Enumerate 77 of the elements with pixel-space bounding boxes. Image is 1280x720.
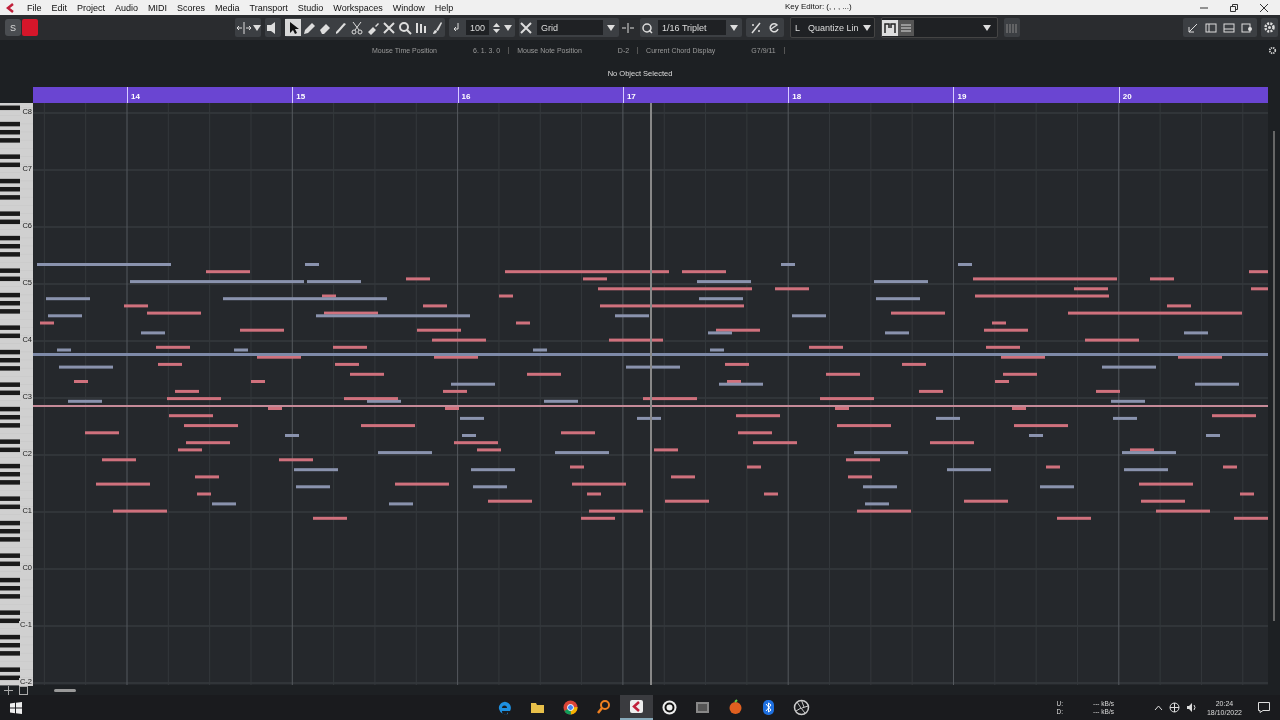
midi-notes-drawing[interactable] [33, 263, 1268, 520]
bar-number: 19 [957, 92, 967, 101]
bottom-panel-icon[interactable] [1223, 21, 1235, 34]
auto-scroll-icon[interactable] [235, 20, 253, 35]
quantize-icon[interactable] [640, 20, 655, 35]
bar-number: 16 [461, 92, 471, 101]
length-quantize-dropdown[interactable]: Quantize Lin [808, 20, 859, 35]
menu-item[interactable]: Workspaces [328, 2, 388, 13]
globe-icon[interactable] [1168, 702, 1180, 713]
caret-icon[interactable] [607, 24, 616, 31]
zoom-icon[interactable] [397, 19, 413, 36]
velocity-field[interactable]: 100 [466, 20, 490, 35]
mute-icon[interactable] [381, 19, 397, 36]
scrollbar-thumb[interactable] [54, 688, 76, 692]
menu-item[interactable]: Media [210, 2, 245, 13]
menu-item[interactable]: Audio [110, 2, 144, 13]
caret-icon[interactable] [862, 24, 871, 31]
settings-icon[interactable] [1263, 21, 1276, 34]
length-label: L [794, 21, 802, 35]
piano-keys-drawing[interactable] [0, 458, 33, 515]
menu-item[interactable]: Help [429, 2, 459, 13]
stepper-icon[interactable] [493, 21, 501, 34]
piano-keys-drawing[interactable] [0, 230, 33, 287]
window-title: Key Editor: (, , , ...) [785, 2, 852, 11]
bar-number: 14 [131, 92, 140, 101]
iterative-quantize-icon[interactable] [768, 21, 781, 34]
solo-button[interactable]: S [5, 19, 21, 36]
bar-number: 15 [296, 92, 306, 101]
pointer-icon[interactable] [285, 19, 301, 36]
scrollbar-thumb[interactable] [1273, 131, 1275, 621]
menu-item[interactable]: Transport [244, 2, 293, 13]
menu-item[interactable]: Studio [292, 2, 329, 13]
menu-item[interactable]: MIDI [143, 2, 173, 13]
piano-roll-grid[interactable] [33, 103, 1268, 685]
velocity-icon [452, 22, 462, 33]
caret-icon[interactable] [253, 24, 261, 31]
piano-keys-drawing[interactable] [0, 572, 33, 629]
quantize-dropdown[interactable]: 1/16 Triplet [658, 20, 727, 35]
snap-dropdown[interactable]: Grid [537, 20, 604, 35]
menu-item[interactable]: Scores [172, 2, 211, 13]
swing-icon[interactable] [750, 21, 763, 34]
piano-keys-drawing[interactable] [0, 629, 33, 686]
caret-icon[interactable] [730, 24, 739, 31]
restore-icon[interactable] [1230, 3, 1238, 12]
bar-number: 17 [626, 92, 636, 101]
chord-mode-icon[interactable] [881, 19, 898, 36]
close-icon[interactable] [1260, 3, 1268, 12]
menu-item[interactable]: Window [387, 2, 430, 13]
keyboard-toggle-icon[interactable] [19, 685, 28, 695]
bar-number: 20 [1122, 92, 1132, 101]
snap-icon[interactable] [519, 20, 534, 35]
snap-mode-icon[interactable] [621, 20, 636, 35]
piano-keys-drawing[interactable] [0, 344, 33, 401]
piano-keys-drawing[interactable] [0, 116, 33, 173]
menu-item[interactable]: File [22, 2, 47, 13]
caret-icon[interactable] [504, 24, 513, 31]
chevron-up-icon[interactable] [1153, 704, 1163, 711]
menu-item[interactable]: Edit [46, 2, 73, 13]
arrow-icon[interactable] [1187, 21, 1199, 34]
piano-keys-drawing[interactable] [0, 515, 33, 572]
left-panel-icon[interactable] [1205, 21, 1217, 34]
speaker-icon[interactable] [1185, 702, 1197, 713]
settings-icon[interactable] [1268, 45, 1277, 55]
windows-start-icon[interactable] [10, 701, 22, 714]
menu-item[interactable]: Project [72, 2, 111, 13]
piano-keys-drawing[interactable] [0, 401, 33, 458]
app-logo-icon [6, 2, 16, 13]
app-icon[interactable] [620, 695, 653, 720]
timeline-ruler[interactable]: 14 15 16 17 18 19 20 [33, 87, 1268, 103]
piano-keys-drawing[interactable] [0, 173, 33, 230]
scissors-icon[interactable] [349, 19, 365, 36]
notification-icon[interactable] [1258, 702, 1270, 713]
piano-keys-drawing[interactable] [0, 287, 33, 344]
bar-number: 18 [792, 92, 802, 101]
panel-settings-icon[interactable] [1241, 21, 1253, 34]
pin-icon[interactable] [4, 685, 13, 695]
caret-icon[interactable] [982, 24, 991, 31]
